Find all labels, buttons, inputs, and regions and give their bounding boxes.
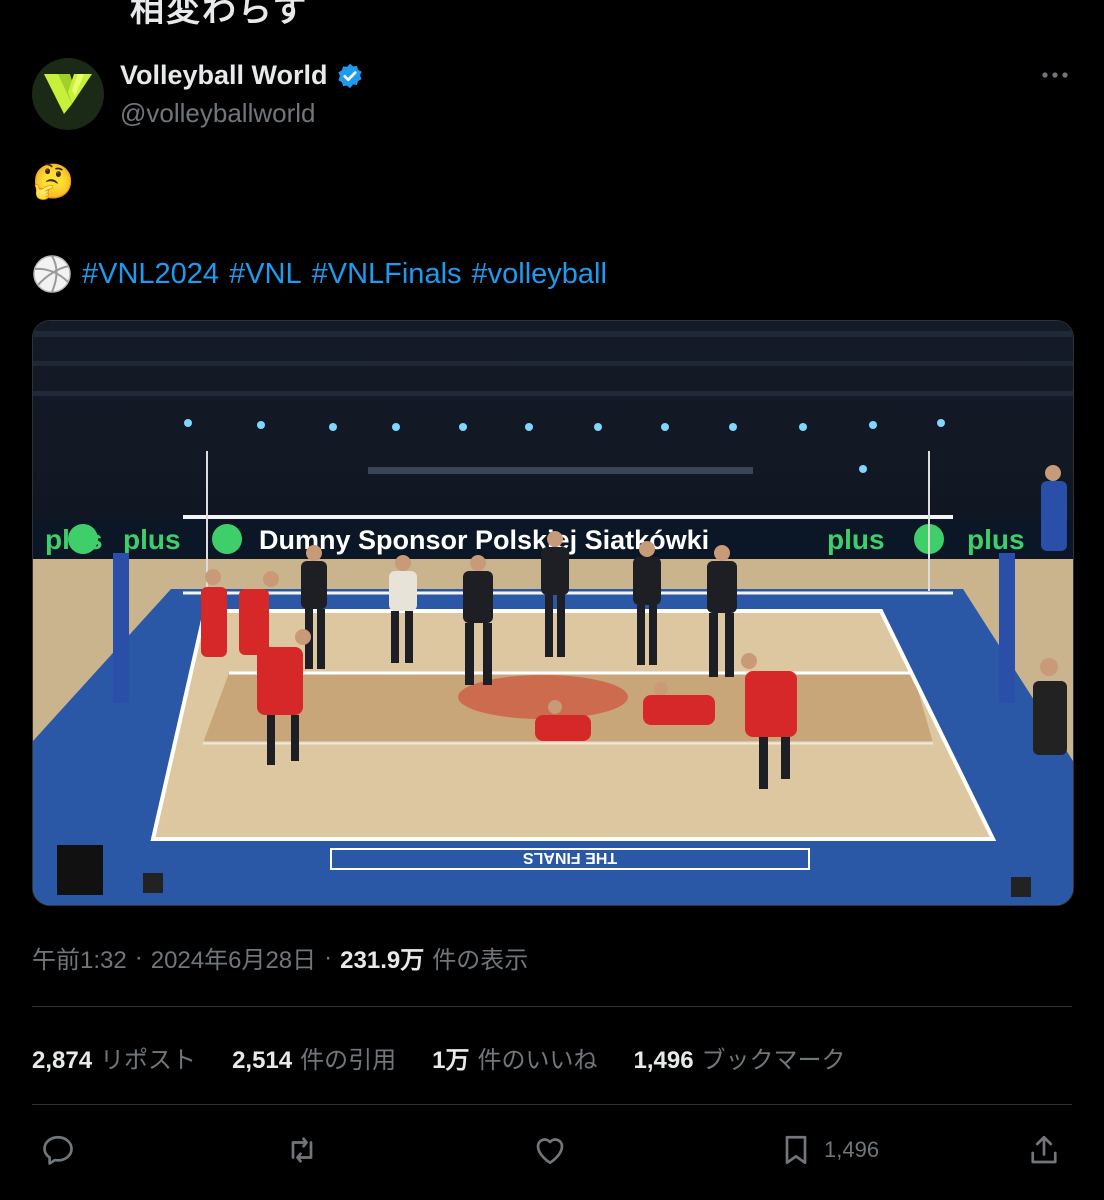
repost-icon [291,1137,313,1163]
thinking-emoji: 🤔 [32,163,75,201]
divider [32,1006,1072,1007]
sponsor-word-right: plus [827,524,885,555]
tweet-actions: 1,496 [32,1124,1072,1178]
repost-button[interactable] [284,1132,320,1168]
share-icon [1031,1135,1057,1164]
stat-label: ブックマーク [701,1047,846,1074]
hashtag-volleyball[interactable]: #volleyball [472,258,607,291]
views-count: 231.9万 [340,947,425,974]
hashtag-vnl[interactable]: #VNL [229,258,302,291]
stat-label: 件のいいね [477,1047,598,1074]
more-dots-icon[interactable] [1038,58,1072,92]
bookmark-count: 1,496 [824,1137,880,1162]
hashtag-vnl2024[interactable]: #VNL2024 [82,258,219,291]
tweet-time[interactable]: 午前1:32 [32,940,127,975]
volleyball-world-logo-icon [44,74,92,114]
handle[interactable]: @volleyballworld [120,98,315,129]
stat-reposts[interactable]: 2,874 リポスト [32,1040,196,1075]
meta-separator: · [324,943,333,971]
bookmark-button[interactable]: 1,496 [778,1132,879,1168]
bookmark-icon [785,1135,807,1165]
display-name[interactable]: Volleyball World [120,60,364,91]
stat-label: リポスト [100,1047,197,1074]
share-button[interactable] [1026,1132,1062,1168]
stat-likes[interactable]: 1万 件のいいね [432,1040,597,1075]
display-name-text[interactable]: Volleyball World [120,60,328,91]
engagement-stats: 2,874 リポスト 2,514 件の引用 1万 件のいいね 1,496 ブックマーク [32,1040,846,1075]
tweet-video[interactable]: THE FINALS plus plus Dumny Sponsor Polsk… [32,320,1074,906]
volleyball-icon [33,255,71,293]
stat-number: 2,514 [232,1047,293,1074]
reply-button[interactable] [40,1132,76,1168]
stat-number: 1,496 [633,1047,694,1074]
hashtag-vnlfinals[interactable]: #VNLFinals [312,258,462,291]
stat-number: 1万 [432,1047,470,1074]
sponsor-word-edge: plus [967,524,1025,555]
tweet-date[interactable]: 2024年6月28日 [151,940,316,975]
stat-number: 2,874 [32,1047,93,1074]
views-label: 件の表示 [432,947,529,974]
meta-separator: · [134,943,143,971]
sponsor-word-mid: plus [123,524,181,555]
volleyball-match-video-frame: THE FINALS plus plus Dumny Sponsor Polsk… [33,321,1073,905]
hashtag-line: #VNL2024 #VNL #VNLFinals #volleyball [32,254,607,294]
divider [32,1104,1072,1105]
tweet: Volleyball World @volleyballworld 🤔 #VNL… [0,0,1104,1200]
like-button[interactable] [532,1132,568,1168]
court-finals-text: THE FINALS [523,849,618,866]
stat-bookmarks[interactable]: 1,496 ブックマーク [633,1040,845,1075]
avatar[interactable] [32,58,104,130]
verified-badge-icon [337,63,362,88]
stat-label: 件の引用 [300,1047,397,1074]
heart-icon [536,1138,564,1165]
tweet-meta: 午前1:32 · 2024年6月28日 · 231.9万 件の表示 [32,940,528,975]
reply-icon [43,1135,73,1165]
stat-quotes[interactable]: 2,514 件の引用 [232,1040,396,1075]
